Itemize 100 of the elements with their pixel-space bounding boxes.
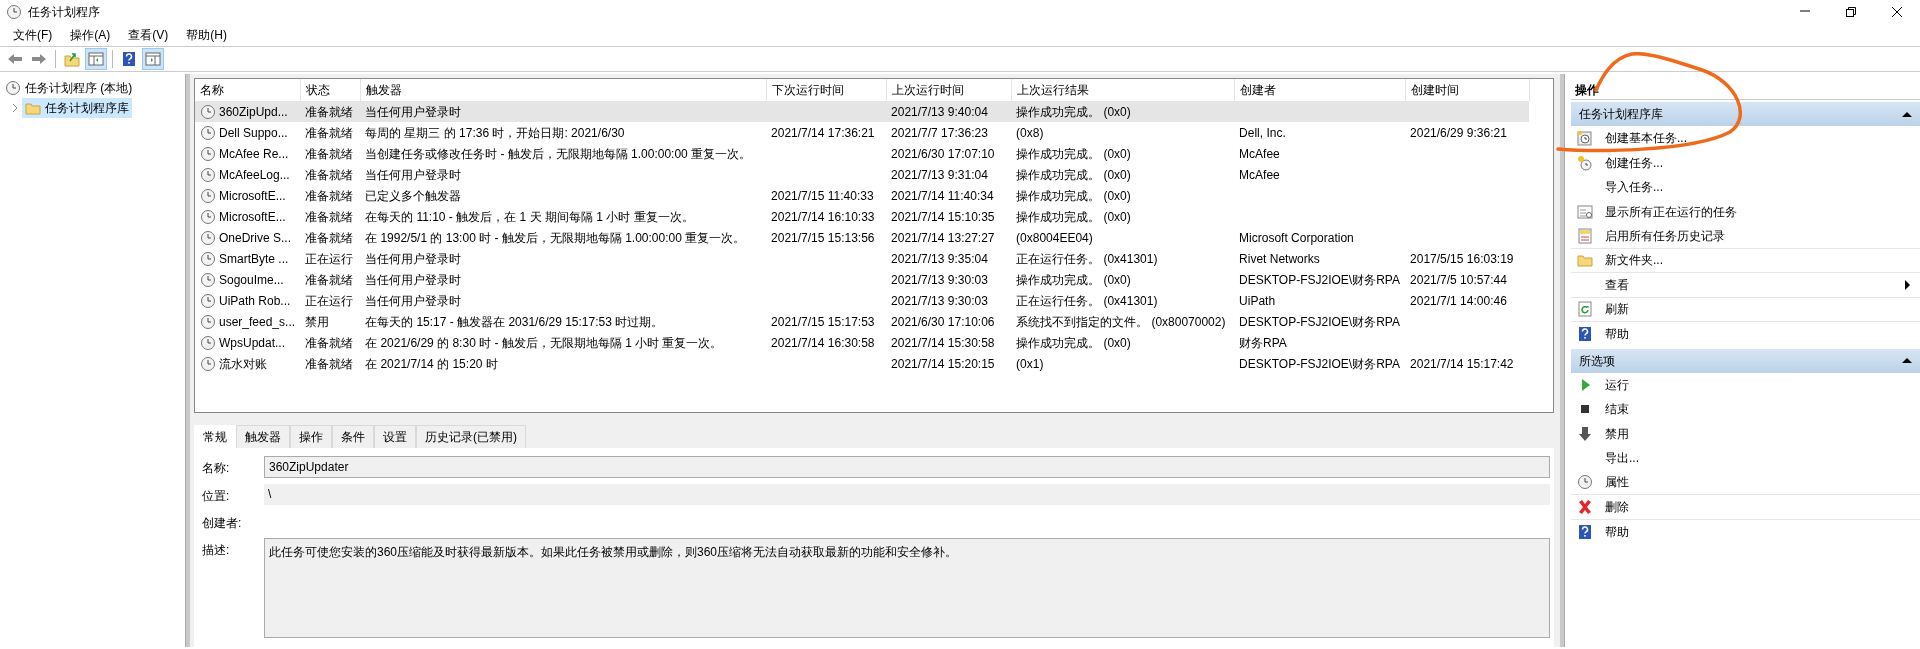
toolbar-button[interactable] bbox=[142, 48, 164, 70]
table-cell: 在每天的 15:17 - 触发器在 2031/6/29 15:17:53 时过期。 bbox=[365, 314, 664, 329]
table-cell: (0x8) bbox=[1016, 125, 1044, 140]
table-cell: McAfee bbox=[1239, 146, 1280, 161]
table-cell: (0x1) bbox=[1016, 356, 1044, 371]
action-item[interactable]: 新文件夹... bbox=[1571, 248, 1920, 273]
action-item[interactable]: 删除 bbox=[1571, 495, 1920, 520]
down-arrow-icon bbox=[1577, 425, 1593, 442]
name-field[interactable]: 360ZipUpdater bbox=[264, 456, 1550, 478]
task-name[interactable]: MicrosoftE... bbox=[219, 207, 286, 226]
table-cell: 准备就绪 bbox=[305, 188, 354, 203]
table-cell: 2021/7/14 11:40:34 bbox=[891, 188, 994, 203]
task-name[interactable]: OneDrive S... bbox=[219, 228, 292, 247]
table-cell: 准备就绪 bbox=[305, 272, 354, 287]
action-item[interactable]: 属性 bbox=[1571, 470, 1920, 495]
action-item[interactable]: 显示所有正在运行的任务 bbox=[1571, 199, 1920, 224]
table-cell: 2021/7/13 9:31:04 bbox=[891, 167, 988, 182]
folder-icon bbox=[1577, 252, 1593, 269]
refresh-icon bbox=[1577, 301, 1593, 318]
help-icon bbox=[121, 51, 137, 67]
action-item[interactable]: 启用所有任务历史记录 bbox=[1571, 224, 1920, 249]
table-cell: 2021/7/14 15:20:15 bbox=[891, 356, 995, 371]
table-cell: 操作成功完成。 (0x0) bbox=[1016, 335, 1131, 350]
table-cell: Rivet Networks bbox=[1239, 251, 1320, 266]
description-field[interactable]: 此任务可使您安装的360压缩能及时获得最新版本。如果此任务被禁用或删除，则360压缩将无法自动获取最新的功能和安全修补。 bbox=[264, 538, 1550, 638]
table-cell: UiPath bbox=[1239, 293, 1276, 308]
panel-icon bbox=[88, 51, 104, 67]
action-item[interactable]: 创建基本任务... bbox=[1571, 126, 1920, 151]
table-cell: 2021/7/15 11:40:33 bbox=[771, 188, 874, 203]
menu-item[interactable]: 帮助(H) bbox=[177, 26, 236, 44]
table-cell: Dell, Inc. bbox=[1239, 125, 1286, 140]
table-cell: 2021/7/13 9:35:04 bbox=[891, 251, 988, 266]
table-cell: (0x8004EE04) bbox=[1016, 230, 1093, 245]
action-item[interactable]: 导入任务... bbox=[1571, 175, 1920, 200]
calendar-clock-icon bbox=[1577, 130, 1593, 147]
tab[interactable]: 条件 bbox=[332, 425, 374, 448]
clock-icon bbox=[200, 250, 216, 267]
action-item[interactable]: 创建任务... bbox=[1571, 150, 1920, 175]
log-icon bbox=[1577, 227, 1593, 244]
table-cell: 2021/7/7 17:36:23 bbox=[891, 125, 988, 140]
task-name[interactable]: McAfee Re... bbox=[219, 144, 289, 163]
table-cell: McAfee bbox=[1239, 167, 1280, 182]
table-cell: 2021/7/15 15:13:56 bbox=[771, 230, 875, 245]
clock-icon bbox=[200, 166, 216, 183]
table-cell: 正在运行 bbox=[305, 293, 354, 308]
action-item[interactable]: 帮助 bbox=[1571, 322, 1920, 347]
tab[interactable]: 设置 bbox=[374, 425, 416, 448]
tree-item[interactable]: 任务计划程序 (本地) bbox=[2, 78, 136, 98]
task-name[interactable]: user_feed_s... bbox=[219, 312, 296, 331]
clock-icon bbox=[200, 334, 216, 351]
table-cell: DESKTOP-FSJ2IOE\财务RPA bbox=[1239, 356, 1400, 371]
task-name[interactable]: 流水对账 bbox=[219, 354, 267, 373]
table-cell: 2021/7/14 15:30:58 bbox=[891, 335, 995, 350]
table-cell: 操作成功完成。 (0x0) bbox=[1016, 167, 1131, 182]
menu-item[interactable]: 操作(A) bbox=[61, 26, 120, 44]
task-name[interactable]: SmartByte ... bbox=[219, 249, 289, 268]
menu-item[interactable]: 文件(F) bbox=[4, 26, 62, 44]
action-item[interactable]: 结束 bbox=[1571, 397, 1920, 422]
back-arrow-icon bbox=[7, 51, 23, 67]
section-header[interactable]: 任务计划程序库 bbox=[1571, 102, 1920, 126]
task-name[interactable]: WpsUpdat... bbox=[219, 333, 286, 352]
tab[interactable]: 历史记录(已禁用) bbox=[416, 425, 526, 448]
tab[interactable]: 操作 bbox=[290, 425, 332, 448]
action-item[interactable]: 查看 bbox=[1571, 273, 1920, 298]
clock-icon bbox=[200, 208, 216, 225]
table-cell: 2017/5/15 16:03:19 bbox=[1410, 251, 1514, 266]
action-item[interactable]: 运行 bbox=[1571, 372, 1920, 397]
action-item[interactable]: 刷新 bbox=[1571, 297, 1920, 322]
menu-item[interactable]: 查看(V) bbox=[119, 26, 178, 44]
action-item[interactable]: 导出... bbox=[1571, 446, 1920, 471]
delete-icon bbox=[1577, 498, 1593, 515]
table-cell: 准备就绪 bbox=[305, 104, 354, 119]
table-cell: 在 2021/6/29 的 8:30 时 - 触发后，无限期地每隔 1 小时 重复一次。 bbox=[365, 335, 723, 350]
help-icon bbox=[1577, 523, 1593, 540]
table-cell: 准备就绪 bbox=[305, 335, 354, 350]
table-cell: 2021/7/1 14:00:46 bbox=[1410, 293, 1507, 308]
table-cell: 准备就绪 bbox=[305, 209, 354, 224]
table-cell: 准备就绪 bbox=[305, 356, 354, 371]
table-cell: 在 1992/5/1 的 13:00 时 - 触发后，无限期地每隔 1.00:00:00 重复一次。 bbox=[365, 230, 746, 245]
table-cell: 2021/6/29 9:36:21 bbox=[1410, 125, 1507, 140]
table-cell: Microsoft Corporation bbox=[1239, 230, 1354, 245]
action-item[interactable]: 帮助 bbox=[1571, 519, 1920, 544]
table-cell: 操作成功完成。 (0x0) bbox=[1016, 209, 1131, 224]
task-name[interactable]: SogouIme... bbox=[219, 270, 284, 289]
action-item[interactable]: 禁用 bbox=[1571, 421, 1920, 446]
table-cell: DESKTOP-FSJ2IOE\财务RPA bbox=[1239, 272, 1400, 287]
task-name[interactable]: Dell Suppo... bbox=[219, 123, 288, 142]
section-header[interactable]: 所选项 bbox=[1571, 348, 1920, 373]
task-name[interactable]: McAfeeLog... bbox=[219, 165, 290, 184]
tab[interactable]: 触发器 bbox=[236, 425, 290, 448]
task-name[interactable]: MicrosoftE... bbox=[219, 186, 286, 205]
table-cell: 操作成功完成。 (0x0) bbox=[1016, 272, 1131, 287]
table-cell: 2021/7/13 9:40:04 bbox=[891, 104, 988, 119]
table-cell: 准备就绪 bbox=[305, 125, 354, 140]
toolbar-button[interactable] bbox=[85, 48, 107, 70]
table-cell: 2021/6/30 17:10:06 bbox=[891, 314, 995, 329]
tree-item[interactable]: 任务计划程序库 bbox=[22, 98, 132, 118]
tab[interactable]: 常规 bbox=[194, 425, 236, 448]
field-label: 位置: bbox=[202, 488, 231, 505]
task-name[interactable]: UiPath Rob... bbox=[219, 291, 291, 310]
